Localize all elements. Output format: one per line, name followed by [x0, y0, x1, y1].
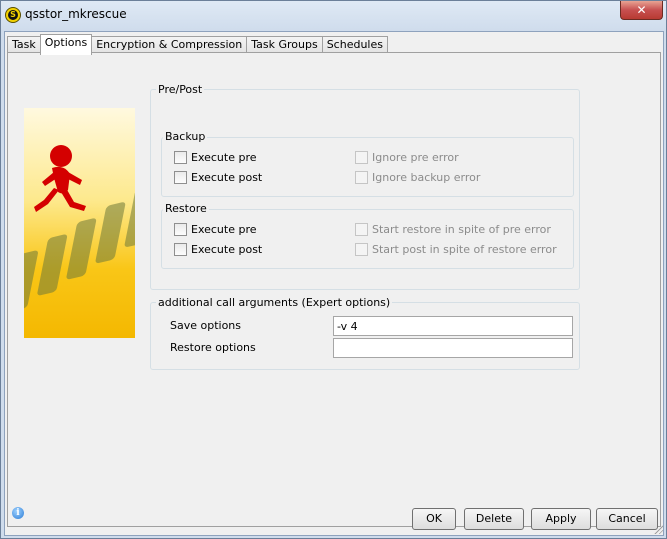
window-title: qsstor_mkrescue	[25, 7, 127, 21]
checkbox-label: Start restore in spite of pre error	[372, 223, 551, 236]
start-post-in-spite-checkbox[interactable]: Start post in spite of restore error	[355, 243, 557, 256]
checkbox-box[interactable]	[174, 223, 187, 236]
checkbox-box[interactable]	[174, 243, 187, 256]
cancel-button[interactable]: Cancel	[596, 508, 658, 530]
checkbox-label: Ignore backup error	[372, 171, 481, 184]
backup-legend: Backup	[163, 130, 208, 143]
options-panel: Pre/Post Backup Execute pre Execute post…	[7, 52, 661, 527]
restore-execute-post-checkbox[interactable]: Execute post	[174, 243, 262, 256]
restore-options-input[interactable]	[333, 338, 573, 358]
dialog-client: Task Options Encryption & Compression Ta…	[4, 31, 664, 536]
restore-options-label: Restore options	[170, 341, 256, 354]
checkbox-label: Execute pre	[191, 151, 257, 164]
restore-legend: Restore	[163, 202, 209, 215]
expert-options-legend: additional call arguments (Expert option…	[156, 296, 393, 309]
checkbox-label: Ignore pre error	[372, 151, 459, 164]
start-restore-in-spite-checkbox[interactable]: Start restore in spite of pre error	[355, 223, 551, 236]
expert-options-group	[150, 302, 580, 370]
checkbox-label: Execute post	[191, 171, 263, 184]
checkbox-label: Execute post	[191, 243, 263, 256]
tab-options[interactable]: Options	[39, 34, 93, 55]
checkbox-box[interactable]	[355, 243, 368, 256]
checkbox-box[interactable]	[174, 151, 187, 164]
close-button[interactable]: ✕	[620, 1, 663, 20]
checkbox-box[interactable]	[174, 171, 187, 184]
title-bar: S qsstor_mkrescue ✕	[1, 1, 666, 29]
runner-banner-image	[24, 108, 135, 338]
apply-button[interactable]: Apply	[531, 508, 591, 530]
backup-execute-post-checkbox[interactable]: Execute post	[174, 171, 262, 184]
qsstor-logo-icon[interactable]: S	[5, 7, 21, 23]
checkbox-box[interactable]	[355, 171, 368, 184]
checkbox-label: Execute pre	[191, 223, 257, 236]
checkbox-label: Start post in spite of restore error	[372, 243, 557, 256]
prepost-legend: Pre/Post	[156, 83, 205, 96]
checkbox-box[interactable]	[355, 151, 368, 164]
checkbox-box[interactable]	[355, 223, 368, 236]
running-man-illustration	[24, 145, 135, 312]
save-options-label: Save options	[170, 319, 242, 332]
backup-group	[161, 137, 574, 197]
close-icon: ✕	[636, 3, 647, 17]
delete-button[interactable]: Delete	[464, 508, 524, 530]
tab-strip: Task Options Encryption & Compression Ta…	[7, 34, 388, 55]
backup-execute-pre-checkbox[interactable]: Execute pre	[174, 151, 257, 164]
ok-button[interactable]: OK	[412, 508, 456, 530]
ignore-backup-error-checkbox[interactable]: Ignore backup error	[355, 171, 480, 184]
app-window: S qsstor_mkrescue ✕ Task Options Encrypt…	[0, 0, 667, 539]
info-icon[interactable]: i	[12, 507, 24, 519]
restore-group	[161, 209, 574, 269]
restore-execute-pre-checkbox[interactable]: Execute pre	[174, 223, 257, 236]
save-options-input[interactable]	[333, 316, 573, 336]
ignore-pre-error-checkbox[interactable]: Ignore pre error	[355, 151, 459, 164]
